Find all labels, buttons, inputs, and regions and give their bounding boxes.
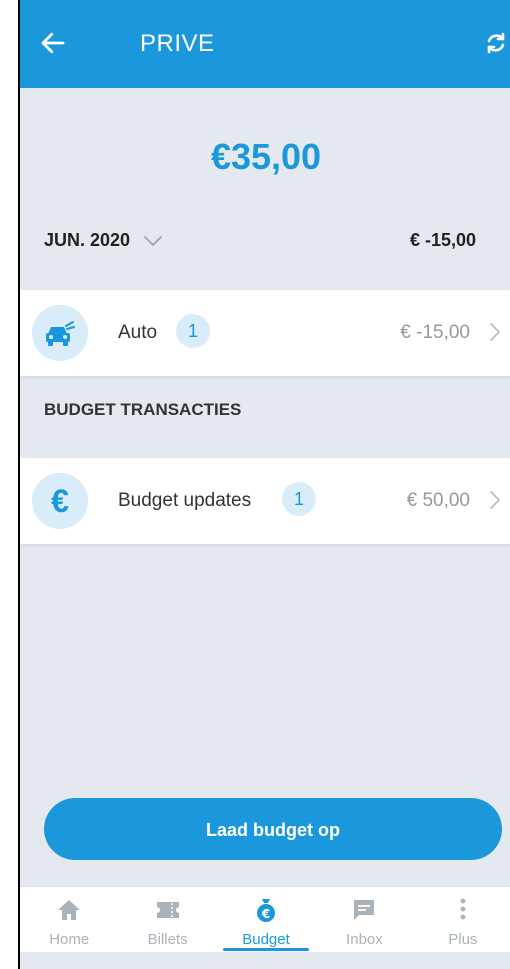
section-heading: BUDGET TRANSACTIES [44,400,242,419]
nav-item-budget[interactable]: € Budget [217,887,315,953]
month-row: JUN. 2020 € -15,00 [44,230,476,260]
money-bag-icon: € [257,899,276,922]
nav-label: Plus [448,931,478,948]
refresh-icon[interactable] [484,31,508,55]
system-bar [20,952,510,969]
category-row-auto[interactable]: Auto 1 € -15,00 [20,290,510,376]
transaction-amount: € 50,00 [406,490,470,511]
app-frame: PRIVE €35,00 JUN. 2020 € -15,00 Auto 1 €… [18,0,510,969]
nav-label: Inbox [346,931,383,948]
svg-text:€: € [261,907,270,921]
nav-item-plus[interactable]: Plus [414,887,510,953]
nav-label: Budget [242,931,290,948]
load-budget-button[interactable]: Laad budget op [44,798,502,860]
active-tab-indicator [223,948,310,951]
budget-balance: €35,00 [210,136,322,177]
transaction-row-budget-updates[interactable]: € Budget updates 1 € 50,00 [20,458,510,544]
month-selector[interactable]: JUN. 2020 [44,230,164,251]
count-badge: 1 [176,314,210,348]
car-icon [32,305,88,361]
nav-label: Home [49,931,90,948]
more-vertical-icon [460,898,466,920]
message-icon [354,900,375,920]
back-button[interactable] [38,28,68,58]
chevron-down-icon [144,235,162,246]
month-total: € -15,00 [409,230,476,250]
nav-item-billets[interactable]: Billets [118,887,216,953]
home-icon [58,900,81,920]
category-label: Auto [118,322,158,343]
chevron-right-icon [490,491,500,509]
nav-label: Billets [147,931,188,948]
count-badge: 1 [282,482,316,516]
chevron-right-icon [490,323,500,341]
bottom-navigation: Home Billets € Budget Inbox Plus [20,886,510,953]
ticket-icon [156,902,179,918]
category-amount: € -15,00 [400,322,470,343]
app-bar: PRIVE [20,0,510,88]
transaction-label: Budget updates [118,490,252,511]
nav-item-inbox[interactable]: Inbox [315,887,413,953]
euro-icon: € [32,473,88,529]
nav-item-home[interactable]: Home [20,887,118,953]
month-label: JUN. 2020 [44,230,131,250]
page-title: PRIVE [140,30,215,57]
